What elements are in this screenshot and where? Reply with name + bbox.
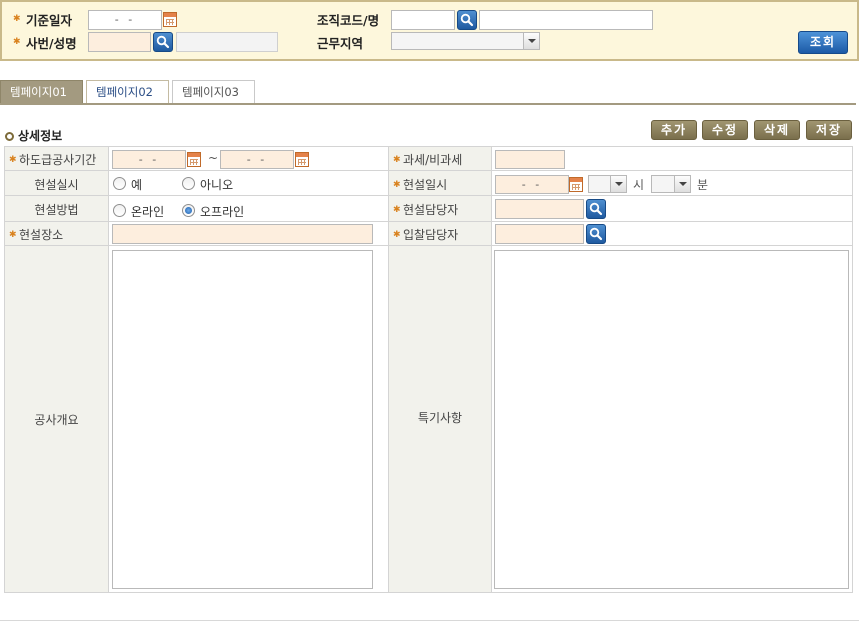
section-title: 상세정보 (5, 127, 62, 144)
value-cell (491, 195, 853, 222)
org-code-label: 조직코드/명 (317, 13, 380, 28)
radio-no-label: 아니오 (200, 178, 234, 192)
label-cell: ✱ 하도급공사기간 (4, 146, 109, 171)
value-cell (491, 146, 853, 171)
period-start-field[interactable]: - - (112, 150, 186, 169)
radio-online-label: 온라인 (131, 205, 165, 219)
radio-yes[interactable] (113, 177, 126, 190)
site-manager-search-button[interactable] (586, 199, 606, 219)
radio-no[interactable] (182, 177, 195, 190)
search-icon (589, 227, 603, 241)
tab-page-01[interactable]: 템페이지01 (0, 80, 83, 104)
emp-search-button[interactable] (153, 32, 173, 52)
search-icon (156, 35, 170, 49)
value-cell: 예 아니오 (108, 170, 389, 196)
label-cell: ✱ 현설장소 (4, 221, 109, 246)
delete-button[interactable]: 삭제 (754, 120, 800, 140)
edit-button[interactable]: 수정 (702, 120, 748, 140)
search-button[interactable]: 조회 (798, 31, 848, 54)
tab-page-03[interactable]: 템페이지03 (172, 80, 255, 104)
radio-online[interactable] (113, 204, 126, 217)
value-cell: - - ~ - - (108, 146, 389, 171)
radio-yes-label: 예 (131, 178, 143, 192)
save-button[interactable]: 저장 (806, 120, 852, 140)
label-cell: ✱ 입찰담당자 (388, 221, 492, 246)
chevron-down-icon[interactable] (523, 33, 539, 49)
org-search-button[interactable] (457, 10, 477, 30)
tax-label: 과세/비과세 (403, 153, 463, 167)
value-cell (491, 221, 853, 246)
label-cell: ✱ 현설일시 (388, 170, 492, 196)
value-cell: 온라인 오프라인 (108, 195, 389, 222)
org-name-input[interactable] (479, 10, 653, 30)
place-label: 현설장소 (19, 228, 64, 242)
calendar-icon[interactable] (163, 12, 177, 27)
base-date-field[interactable]: - - (88, 10, 162, 30)
tab-page-02[interactable]: 템페이지02 (86, 80, 169, 104)
period-end-field[interactable]: - - (220, 150, 294, 169)
emp-no-input[interactable] (88, 32, 151, 52)
value-cell: - - 시 분 (491, 170, 853, 196)
period-separator: ~ (208, 151, 219, 165)
section-title-text: 상세정보 (18, 129, 63, 143)
bid-manager-search-button[interactable] (586, 224, 606, 244)
value-cell (108, 221, 389, 246)
required-mark: ✱ (9, 230, 17, 240)
base-date-label: 기준일자 (26, 13, 73, 28)
label-cell: ✱ 과세/비과세 (388, 146, 492, 171)
radio-offline-label: 오프라인 (200, 205, 245, 219)
calendar-icon[interactable] (569, 177, 583, 192)
site-manager-input[interactable] (495, 199, 584, 219)
region-select[interactable] (391, 32, 540, 50)
remarks-textarea[interactable] (494, 250, 849, 589)
label-cell: ✱ 현설담당자 (388, 195, 492, 222)
label-cell: 공사개요 (4, 245, 109, 593)
bullet-icon (5, 132, 14, 141)
value-cell (491, 245, 853, 593)
emp-label: 사번/성명 (26, 36, 77, 51)
region-label: 근무지역 (317, 36, 364, 51)
calendar-icon[interactable] (295, 152, 309, 167)
overview-label: 공사개요 (34, 413, 79, 427)
overview-textarea[interactable] (112, 250, 373, 589)
calendar-icon[interactable] (187, 152, 201, 167)
bid-manager-input[interactable] (495, 224, 584, 244)
subcontract-period-label: 하도급공사기간 (19, 153, 97, 167)
required-mark: ✱ (393, 205, 401, 215)
add-button[interactable]: 추가 (651, 120, 697, 140)
value-cell (108, 245, 389, 593)
minute-select[interactable] (651, 175, 691, 193)
label-cell: 현설실시 (4, 170, 109, 196)
method-label: 현설방법 (34, 203, 79, 217)
org-code-input[interactable] (391, 10, 455, 30)
required-mark: ✱ (9, 155, 17, 165)
radio-offline[interactable] (182, 204, 195, 217)
label-cell: 현설방법 (4, 195, 109, 222)
search-icon (589, 202, 603, 216)
minute-unit: 분 (697, 178, 709, 192)
required-mark: ✱ (13, 14, 21, 24)
chevron-down-icon[interactable] (610, 176, 626, 192)
required-mark: ✱ (393, 180, 401, 190)
tax-input[interactable] (495, 150, 565, 169)
site-manager-label: 현설담당자 (403, 203, 459, 217)
hour-select[interactable] (588, 175, 627, 193)
emp-name-field (176, 32, 278, 52)
bid-manager-label: 입찰담당자 (403, 228, 459, 242)
hour-unit: 시 (633, 178, 645, 192)
required-mark: ✱ (393, 155, 401, 165)
footer-divider (0, 620, 859, 621)
chevron-down-icon[interactable] (674, 176, 690, 192)
label-cell: 특기사항 (388, 245, 492, 593)
required-mark: ✱ (393, 230, 401, 240)
place-input[interactable] (112, 224, 373, 244)
site-briefing-label: 현설실시 (34, 178, 79, 192)
site-date-field[interactable]: - - (495, 175, 569, 194)
site-date-label: 현설일시 (403, 178, 448, 192)
remarks-label: 특기사항 (417, 411, 463, 425)
tab-divider (0, 103, 856, 105)
search-icon (460, 13, 474, 27)
required-mark: ✱ (13, 37, 21, 47)
